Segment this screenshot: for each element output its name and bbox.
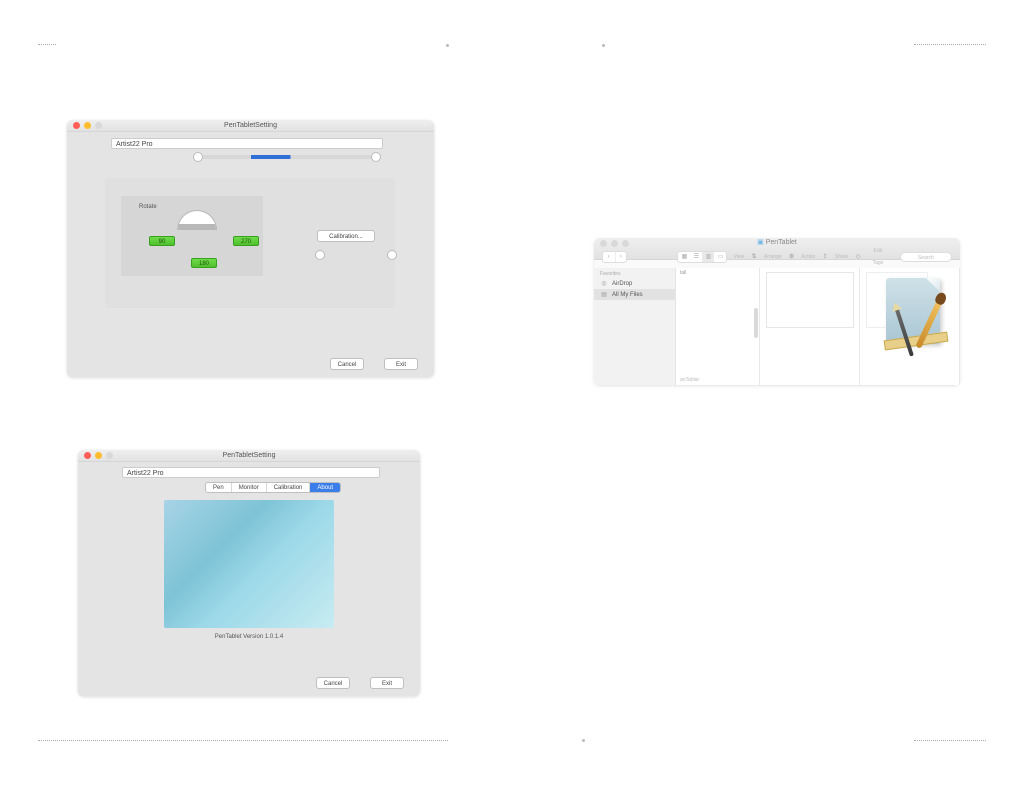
pentablet-settings-rotate-window: PenTabletSetting Artist22 Pro Rotate 90 …	[67, 120, 434, 377]
tab-calibration[interactable]: Calibration	[267, 483, 311, 492]
device-dropdown[interactable]: Artist22 Pro	[111, 138, 383, 149]
exit-button[interactable]: Exit	[370, 677, 404, 689]
exit-button[interactable]: Exit	[384, 358, 418, 370]
pressure-slider[interactable]	[197, 155, 377, 159]
sidebar-item-airdrop[interactable]: ◎ AirDrop	[594, 278, 675, 289]
forward-icon[interactable]: ›	[615, 252, 627, 262]
view-gallery-icon[interactable]: ▭	[714, 252, 726, 262]
search-input[interactable]: Search	[900, 252, 952, 262]
toolbar-label-view: View	[733, 251, 744, 263]
finder-column-2[interactable]	[760, 268, 860, 385]
view-icon-icon[interactable]: ▦	[678, 252, 690, 262]
finder-title: ▣ PenTablet	[594, 238, 960, 248]
close-icon[interactable]	[84, 452, 91, 459]
tab-monitor[interactable]: Monitor	[232, 483, 267, 492]
pentablet-app-icon[interactable]	[880, 278, 956, 366]
nav-back-forward[interactable]: ‹ ›	[602, 251, 627, 263]
all-files-icon: ▤	[600, 291, 608, 298]
sidebar-item-all-my-files[interactable]: ▤ All My Files	[594, 289, 675, 300]
about-preview-image	[164, 500, 334, 628]
sidebar-header: Favorites	[594, 268, 675, 278]
list-item[interactable]: tall	[680, 270, 686, 276]
window-title: PenTabletSetting	[223, 452, 276, 459]
slider-knob-icon[interactable]	[315, 250, 325, 260]
slider-handle-left[interactable]	[193, 152, 203, 162]
minimize-icon[interactable]	[95, 452, 102, 459]
slider-handle-right[interactable]	[371, 152, 381, 162]
view-switcher[interactable]: ▦ ☰ ▥ ▭	[677, 251, 727, 263]
version-label: PenTablet Version 1.0.1.4	[78, 634, 420, 640]
rotate-270-button[interactable]: 270	[233, 236, 259, 246]
folder-icon: ▣	[757, 239, 764, 246]
scrollbar-thumb[interactable]	[754, 308, 758, 338]
finder-toolbar: ‹ › ▦ ☰ ▥ ▭ View ⇅ Arrange ⚙ Action ⇪ Sh…	[594, 249, 960, 265]
tab-bar: Pen Monitor Calibration About	[205, 482, 341, 493]
top-divider-dot	[446, 44, 449, 47]
file-preview-icon[interactable]	[766, 272, 854, 328]
top-divider	[0, 44, 1024, 45]
rotate-box: Rotate 90 270 180	[121, 196, 263, 276]
close-icon[interactable]	[73, 122, 80, 129]
cancel-button[interactable]: Cancel	[330, 358, 364, 370]
cancel-button[interactable]: Cancel	[316, 677, 350, 689]
device-dropdown[interactable]: Artist22 Pro	[122, 467, 380, 478]
window-titlebar: PenTabletSetting	[78, 450, 420, 462]
rotate-label: Rotate	[139, 204, 157, 210]
toolbar-label-action: Action	[801, 251, 815, 263]
tags-icon[interactable]: ◇	[854, 251, 862, 263]
zoom-icon[interactable]	[106, 452, 113, 459]
pentablet-settings-about-window: PenTabletSetting Artist22 Pro Pen Monito…	[78, 450, 420, 696]
rotate-panel: Rotate 90 270 180 Calibration...	[105, 178, 395, 308]
minimize-icon[interactable]	[84, 122, 91, 129]
share-icon[interactable]: ⇪	[821, 251, 829, 263]
window-title: PenTabletSetting	[224, 122, 277, 129]
top-divider-dot	[602, 44, 605, 47]
window-controls[interactable]	[84, 452, 113, 459]
finder-sidebar: Favorites ◎ AirDrop ▤ All My Files	[594, 268, 676, 385]
rotate-180-button[interactable]: 180	[191, 258, 217, 268]
airdrop-icon: ◎	[600, 280, 608, 287]
back-icon[interactable]: ‹	[603, 252, 615, 262]
window-titlebar: ▣ PenTablet ‹ › ▦ ☰ ▥ ▭ View ⇅ Arrange ⚙…	[594, 238, 960, 260]
tab-pen[interactable]: Pen	[206, 483, 232, 492]
view-column-icon[interactable]: ▥	[702, 252, 714, 262]
bottom-divider	[0, 740, 1024, 741]
list-item[interactable]: anTahlar	[680, 377, 699, 383]
rotate-dial-icon	[177, 210, 217, 230]
rotate-90-button[interactable]: 90	[149, 236, 175, 246]
window-titlebar: PenTabletSetting	[67, 120, 434, 132]
tab-about[interactable]: About	[310, 483, 340, 492]
slider-knob-icon[interactable]	[387, 250, 397, 260]
zoom-icon[interactable]	[95, 122, 102, 129]
arrange-icon[interactable]: ⇅	[750, 251, 758, 263]
toolbar-label-tags: Edit Tags	[868, 245, 888, 269]
view-list-icon[interactable]: ☰	[690, 252, 702, 262]
action-icon[interactable]: ⚙	[788, 251, 796, 263]
toolbar-label-share: Share	[835, 251, 848, 263]
calibration-button[interactable]: Calibration...	[317, 230, 375, 242]
toolbar-label-arrange: Arrange	[764, 251, 782, 263]
finder-column-1[interactable]: tall anTahlar	[676, 268, 760, 385]
window-controls[interactable]	[73, 122, 102, 129]
